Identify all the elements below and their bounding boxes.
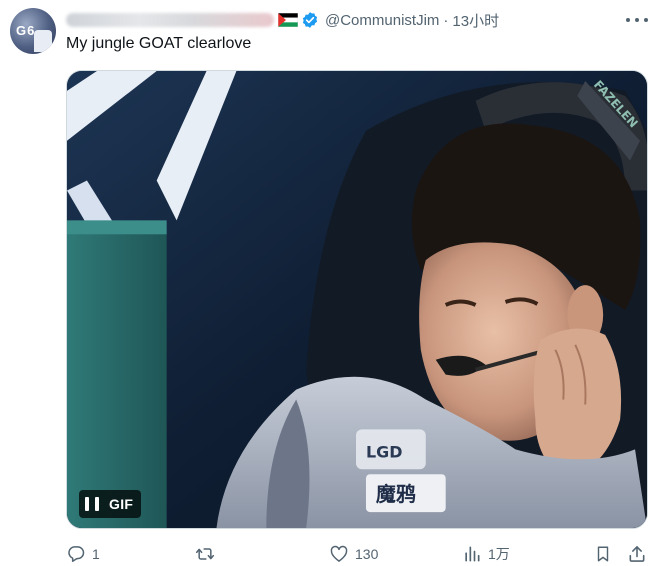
- svg-text:LGD: LGD: [366, 442, 402, 461]
- gif-badge: GIF: [109, 496, 134, 512]
- palestine-flag-icon: [278, 13, 298, 27]
- avatar-jersey: [34, 30, 52, 52]
- avatar-text: G6: [16, 23, 36, 38]
- share-icon: [629, 546, 645, 562]
- gif-frame-image: LGD 魔鸦 FAZELEN: [67, 71, 647, 528]
- header-separator: ·: [443, 11, 449, 29]
- tweet-media-gif[interactable]: LGD 魔鸦 FAZELEN GIF: [66, 70, 648, 529]
- views-button[interactable]: 1万: [462, 543, 510, 565]
- tweet-timestamp[interactable]: 13小时: [452, 10, 499, 31]
- tweet-card[interactable]: G6 @CommunistJim · 13小时 My jungle GOAT c…: [0, 0, 669, 566]
- retweet-button[interactable]: [194, 543, 222, 565]
- avatar[interactable]: G6: [10, 8, 56, 54]
- pause-icon[interactable]: [85, 497, 99, 511]
- reply-icon: [68, 546, 85, 562]
- author-handle[interactable]: @CommunistJim: [325, 12, 439, 29]
- views-chart-icon: [465, 546, 480, 562]
- verified-badge-icon[interactable]: [301, 11, 319, 29]
- tweet-header: @CommunistJim · 13小时: [66, 9, 499, 31]
- gif-controls[interactable]: GIF: [79, 490, 142, 518]
- bookmark-button[interactable]: [594, 543, 612, 565]
- display-name-redacted[interactable]: [66, 13, 274, 27]
- reply-count: 1: [92, 546, 100, 562]
- like-count: 130: [355, 546, 379, 562]
- like-button[interactable]: 130: [329, 543, 378, 565]
- tweet-actions-bar: 1 130 1万: [66, 543, 650, 565]
- tweet-text: My jungle GOAT clearlove: [66, 35, 252, 52]
- bookmark-icon: [597, 546, 609, 562]
- reply-button[interactable]: 1: [66, 543, 100, 565]
- heart-icon: [330, 545, 348, 562]
- svg-text:魔鸦: 魔鸦: [376, 482, 416, 506]
- share-button[interactable]: [627, 543, 647, 565]
- more-options-icon[interactable]: [626, 11, 648, 29]
- view-count: 1万: [488, 546, 510, 562]
- retweet-icon: [195, 548, 215, 560]
